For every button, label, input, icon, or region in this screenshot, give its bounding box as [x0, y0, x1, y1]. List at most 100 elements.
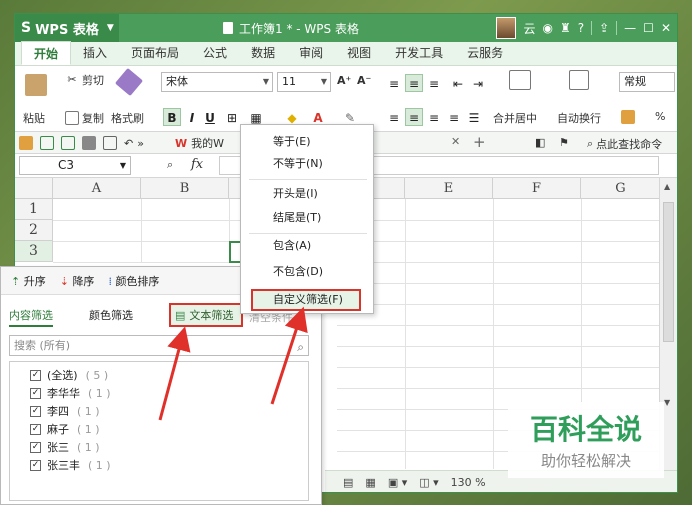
list-item[interactable]: ✓ (全选) ( 5 ) [30, 366, 308, 384]
open-icon[interactable] [19, 136, 33, 150]
bold-button[interactable]: B [163, 108, 181, 126]
merge-center-button[interactable]: 合并居中 [493, 110, 537, 126]
sort-ascending-button[interactable]: ⇡ 升序 [11, 273, 46, 289]
app-menu-button[interactable]: S WPS 表格 ▼ [15, 14, 119, 42]
tab-home[interactable]: 开始 [21, 41, 72, 65]
paste-label[interactable]: 粘贴 [23, 110, 45, 126]
print-icon[interactable] [82, 136, 96, 150]
number-format-icon[interactable] [621, 110, 638, 124]
column-header-f[interactable]: F [493, 178, 581, 199]
font-grow-button[interactable]: A⁺ [337, 74, 351, 87]
tab-content-filter[interactable]: 内容筛选 [9, 307, 53, 327]
scroll-up-icon[interactable]: ▲ [664, 182, 670, 191]
indent-increase-icon[interactable]: ⇥ [469, 74, 487, 92]
align-center-icon[interactable]: ≡ [405, 108, 423, 126]
minimize-button[interactable]: — [624, 21, 636, 35]
indent-decrease-icon[interactable]: ⇤ [449, 74, 467, 92]
row-header-3[interactable]: 3 [15, 241, 53, 262]
menu-item-custom-filter[interactable]: 自定义筛选(F) [251, 289, 361, 311]
find-command[interactable]: ⌕ 点此查找命令 [587, 136, 662, 152]
tab-cloud[interactable]: 云服务 [455, 41, 515, 65]
tab-view[interactable]: 视图 [335, 41, 383, 65]
list-item[interactable]: ✓ 张三丰 ( 1 ) [30, 456, 308, 474]
font-size-select[interactable]: 11 ▼ [277, 72, 331, 92]
maximize-button[interactable]: ☐ [643, 21, 654, 35]
underline-button[interactable]: U [201, 108, 219, 126]
distribute-icon[interactable]: ☰ [465, 108, 483, 126]
copy-button[interactable]: 复制 [65, 110, 104, 126]
scroll-down-icon[interactable]: ▼ [664, 398, 670, 407]
tab-review[interactable]: 审阅 [287, 41, 335, 65]
font-shrink-button[interactable]: A⁻ [357, 74, 371, 87]
menu-item-not-contains[interactable]: 不包含(D) [241, 261, 373, 283]
align-right-icon[interactable]: ≡ [425, 108, 443, 126]
merge-center-icon[interactable] [509, 70, 534, 90]
list-item[interactable]: ✓ 麻子 ( 1 ) [30, 420, 308, 438]
reading-view-icon[interactable]: ◫ ▾ [419, 476, 438, 489]
font-name-select[interactable]: 宋体 ▼ [161, 72, 273, 92]
menu-item-equals[interactable]: 等于(E) [241, 131, 373, 153]
avatar[interactable] [496, 17, 517, 39]
number-format-select[interactable]: 常规 [619, 72, 675, 92]
tab-developer[interactable]: 开发工具 [383, 41, 455, 65]
select-all-corner[interactable] [15, 178, 53, 199]
column-header-e[interactable]: E [405, 178, 493, 199]
scrollbar-thumb[interactable] [663, 202, 674, 342]
shirt-icon[interactable]: ♜ [560, 21, 571, 35]
checkbox[interactable]: ✓ [30, 459, 41, 471]
page-break-view-icon[interactable]: ▦ [365, 476, 375, 489]
column-header-g[interactable]: G [581, 178, 661, 199]
percent-button[interactable]: % [655, 110, 665, 123]
doc-tab[interactable]: W 我的W [175, 135, 224, 151]
align-bottom-icon[interactable]: ≡ [425, 74, 443, 92]
list-item[interactable]: ✓ 李华华 ( 1 ) [30, 384, 308, 402]
column-header-b[interactable]: B [141, 178, 229, 199]
undo-icon[interactable]: ↶ [124, 137, 133, 150]
paste-button[interactable] [25, 74, 50, 96]
menu-item-contains[interactable]: 包含(A) [241, 235, 373, 257]
italic-button[interactable]: I [183, 108, 201, 126]
tab-data[interactable]: 数据 [239, 41, 287, 65]
color-sort-button[interactable]: ⁞ 颜色排序 [108, 273, 159, 289]
user-name[interactable]: 云 [523, 20, 535, 37]
checkbox[interactable]: ✓ [30, 423, 41, 435]
brush-icon[interactable] [114, 67, 144, 97]
row-header-1[interactable]: 1 [15, 199, 53, 220]
list-item[interactable]: ✓ 张三 ( 1 ) [30, 438, 308, 456]
save-icon[interactable] [40, 136, 54, 150]
normal-view-icon[interactable]: ▤ [343, 476, 353, 489]
wrap-text-button[interactable]: 自动换行 [557, 110, 601, 126]
checkbox[interactable]: ✓ [30, 405, 41, 417]
filter-search-input[interactable]: 搜索 (所有) ⌕ [9, 335, 309, 356]
format-painter-button[interactable]: 格式刷 [111, 110, 144, 126]
export-icon[interactable] [61, 136, 75, 150]
new-tab-button[interactable]: + [473, 133, 486, 151]
tab-insert[interactable]: 插入 [71, 41, 119, 65]
sort-descending-button[interactable]: ⇣ 降序 [60, 273, 95, 289]
align-left-icon[interactable]: ≡ [385, 108, 403, 126]
column-header-a[interactable]: A [53, 178, 141, 199]
menu-item-ends-with[interactable]: 结尾是(T) [241, 207, 373, 229]
insert-function-button[interactable]: fx [191, 157, 203, 172]
row-header-2[interactable]: 2 [15, 220, 53, 241]
tab-color-filter[interactable]: 颜色筛选 [89, 307, 133, 323]
align-top-icon[interactable]: ≡ [385, 74, 403, 92]
checkbox[interactable]: ✓ [30, 369, 41, 381]
more-icon[interactable]: » [137, 137, 144, 150]
tab-page-layout[interactable]: 页面布局 [119, 41, 191, 65]
checkbox[interactable]: ✓ [30, 441, 41, 453]
wrap-text-icon[interactable] [569, 70, 592, 90]
preview-icon[interactable] [103, 136, 117, 150]
justify-icon[interactable]: ≡ [445, 108, 463, 126]
page-layout-view-icon[interactable]: ▣ ▾ [388, 476, 407, 489]
file-icon[interactable]: ◧ [535, 136, 545, 149]
text-filter-button[interactable]: ▤ 文本筛选 [169, 303, 243, 327]
skin-icon[interactable]: ◉ [542, 21, 552, 35]
name-box[interactable]: C3 ▼ [19, 156, 131, 175]
tab-formulas[interactable]: 公式 [191, 41, 239, 65]
checkbox[interactable]: ✓ [30, 387, 41, 399]
menu-item-begins-with[interactable]: 开头是(I) [241, 183, 373, 205]
cut-button[interactable]: ✂ 剪切 [65, 72, 104, 88]
zoom-level[interactable]: 130 % [451, 476, 486, 489]
flag-icon[interactable]: ⚑ [559, 136, 569, 149]
